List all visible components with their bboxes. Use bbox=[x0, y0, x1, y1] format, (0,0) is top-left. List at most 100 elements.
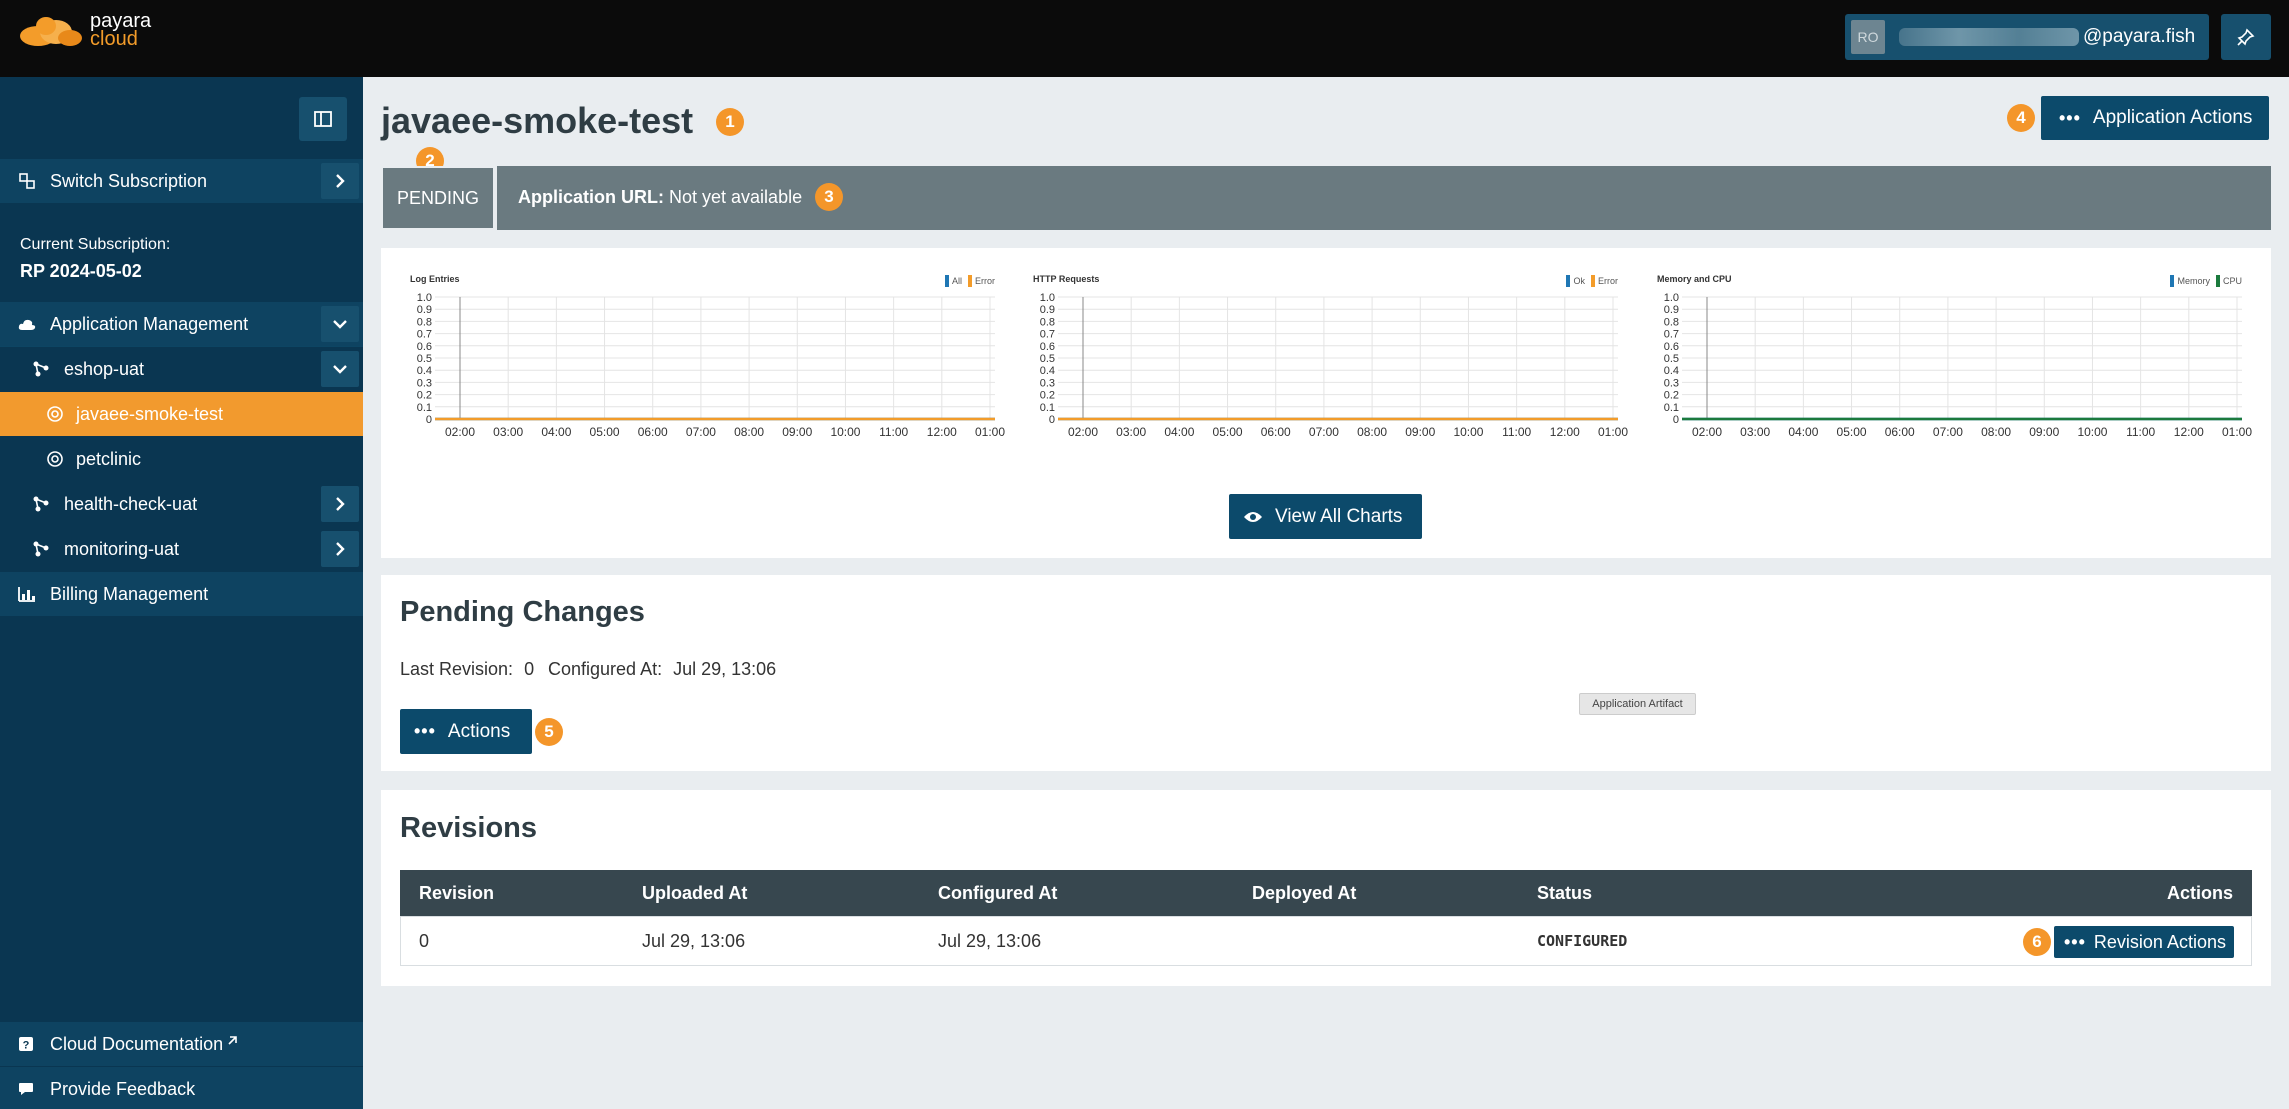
y-tick-label: 0.1 bbox=[1664, 402, 1679, 414]
y-tick-label: 1.0 bbox=[1664, 292, 1679, 304]
app-icon bbox=[46, 450, 68, 468]
chart-legend: Memory CPU bbox=[2164, 275, 2242, 287]
y-tick-label: 0.9 bbox=[1040, 304, 1055, 316]
sidebar-item-label: health-check-uat bbox=[64, 493, 198, 514]
status-cell: CONFIGURED bbox=[1537, 932, 1628, 950]
x-tick-label: 01:00 bbox=[975, 425, 1005, 439]
actions-button[interactable]: ••• Actions bbox=[400, 709, 532, 754]
sidebar-item-petclinic[interactable]: petclinic bbox=[0, 437, 363, 481]
y-tick-label: 0.8 bbox=[417, 316, 432, 328]
x-tick-label: 03:00 bbox=[1116, 425, 1146, 439]
legend-swatch bbox=[944, 275, 949, 287]
cloud-documentation-label: Cloud Documentation bbox=[50, 1033, 224, 1054]
x-tick-label: 11:00 bbox=[2126, 425, 2155, 439]
x-tick-label: 02:00 bbox=[1692, 425, 1722, 439]
revision-actions-button[interactable]: ••• Revision Actions bbox=[2054, 926, 2234, 958]
revision-cell: 0 bbox=[419, 930, 430, 951]
x-tick-label: 02:00 bbox=[1068, 425, 1098, 439]
application-url-label: Application URL: bbox=[518, 187, 664, 207]
y-tick-label: 0.3 bbox=[1040, 377, 1055, 389]
application-url-value: Not yet available bbox=[669, 187, 803, 207]
x-tick-label: 10:00 bbox=[2077, 425, 2107, 439]
current-subscription-value: RP 2024-05-02 bbox=[20, 261, 142, 281]
legend-label: All bbox=[951, 276, 962, 286]
chevron-right-icon[interactable] bbox=[321, 486, 359, 522]
x-tick-label: 05:00 bbox=[1213, 425, 1243, 439]
y-tick-label: 0.5 bbox=[1664, 353, 1679, 365]
network-icon bbox=[32, 360, 54, 378]
sidebar-collapse-button[interactable] bbox=[299, 97, 347, 141]
chevron-down-icon[interactable] bbox=[321, 351, 359, 387]
status-bar: PENDING Application URL: Not yet availab… bbox=[381, 166, 2271, 230]
column-header-actions: Actions bbox=[2166, 882, 2233, 903]
cloud-documentation-link[interactable]: ? Cloud Documentation bbox=[0, 1022, 363, 1066]
x-tick-label: 07:00 bbox=[1309, 425, 1339, 439]
y-tick-label: 0.1 bbox=[417, 402, 432, 414]
pin-icon bbox=[2237, 28, 2255, 46]
application-actions-label: Application Actions bbox=[2092, 107, 2253, 128]
y-tick-label: 0.7 bbox=[417, 329, 432, 341]
legend-swatch bbox=[1566, 275, 1571, 287]
uploaded-at-cell: Jul 29, 13:06 bbox=[642, 930, 746, 951]
x-tick-label: 06:00 bbox=[1885, 425, 1915, 439]
last-revision-value: 0 bbox=[524, 659, 535, 679]
y-tick-label: 1.0 bbox=[417, 292, 432, 304]
chevron-right-icon[interactable] bbox=[321, 531, 359, 567]
payara-cloud-logo[interactable]: payara cloud bbox=[18, 11, 151, 49]
y-tick-label: 0.2 bbox=[417, 390, 432, 402]
provide-feedback-label: Provide Feedback bbox=[50, 1078, 196, 1099]
y-tick-label: 0.6 bbox=[1664, 341, 1679, 353]
sidebar-item-application-management[interactable]: Application Management bbox=[0, 302, 363, 346]
application-actions-button[interactable]: ••• Application Actions bbox=[2041, 96, 2269, 140]
chevron-down-icon[interactable] bbox=[321, 306, 359, 342]
y-tick-label: 0 bbox=[426, 414, 432, 426]
sidebar-item-label: monitoring-uat bbox=[64, 538, 180, 559]
chart-title: Memory and CPU bbox=[1657, 274, 1732, 284]
x-tick-label: 03:00 bbox=[493, 425, 523, 439]
x-tick-label: 01:00 bbox=[1598, 425, 1628, 439]
legend-label: Memory bbox=[2177, 276, 2210, 286]
chevron-right-icon[interactable] bbox=[321, 163, 359, 199]
chart-plot: 00.10.20.30.40.50.60.70.80.91.0 02:00 03:0… bbox=[417, 292, 1005, 439]
y-tick-label: 0.9 bbox=[1664, 304, 1679, 316]
chart-plot: 00.10.20.30.40.50.60.70.80.91.0 02:00 03:0… bbox=[1664, 292, 2252, 439]
x-tick-label: 08:00 bbox=[734, 425, 764, 439]
switch-subscription-label: Switch Subscription bbox=[50, 170, 208, 191]
y-tick-label: 0.8 bbox=[1664, 316, 1679, 328]
sidebar-item-eshop-uat[interactable]: eshop-uat bbox=[0, 347, 363, 391]
comment-icon bbox=[18, 1082, 40, 1096]
view-all-charts-button[interactable]: View All Charts bbox=[1229, 494, 1422, 539]
x-tick-label: 12:00 bbox=[2174, 425, 2204, 439]
y-tick-label: 0.6 bbox=[417, 341, 432, 353]
provide-feedback-link[interactable]: Provide Feedback bbox=[0, 1067, 363, 1109]
y-tick-label: 0.5 bbox=[1040, 353, 1055, 365]
x-tick-label: 04:00 bbox=[1788, 425, 1818, 439]
chart-legend: Ok Error bbox=[1560, 275, 1618, 287]
y-tick-label: 0.1 bbox=[1040, 402, 1055, 414]
y-tick-label: 0.6 bbox=[1040, 341, 1055, 353]
y-tick-label: 0.3 bbox=[1664, 377, 1679, 389]
sidebar-item-billing-management[interactable]: Billing Management bbox=[0, 572, 363, 616]
last-revision: Last Revision: 0 bbox=[400, 659, 534, 680]
y-tick-label: 0.7 bbox=[1664, 329, 1679, 341]
pin-button[interactable] bbox=[2221, 14, 2271, 60]
sidebar-item-label: eshop-uat bbox=[64, 358, 145, 379]
switch-subscription[interactable]: Switch Subscription bbox=[0, 159, 363, 203]
user-email: @payara.fish bbox=[2083, 26, 2196, 47]
sidebar-item-health-check-uat[interactable]: health-check-uat bbox=[0, 482, 363, 526]
sidebar-item-monitoring-uat[interactable]: monitoring-uat bbox=[0, 527, 363, 571]
redacted-email-prefix bbox=[1899, 28, 2079, 46]
network-icon bbox=[32, 495, 54, 513]
sidebar-item-javaee-smoke-test[interactable]: javaee-smoke-test bbox=[0, 392, 363, 436]
sidebar: Switch Subscription Current Subscription… bbox=[0, 77, 363, 1109]
x-tick-label: 07:00 bbox=[1933, 425, 1963, 439]
x-tick-label: 09:00 bbox=[1405, 425, 1435, 439]
legend-swatch bbox=[2170, 275, 2175, 287]
legend-swatch bbox=[1591, 275, 1595, 287]
user-menu-button[interactable]: RO @payara.fish bbox=[1845, 14, 2209, 60]
column-header-revision: Revision bbox=[419, 882, 495, 903]
top-bar: payara cloud RO @payara.fish bbox=[0, 0, 2289, 77]
legend-label: CPU bbox=[2222, 276, 2242, 286]
chart-0: 0 0.1 0.2 0.3 0.4 0.5 0.6 0.7 0.8 0.9 1.0 02:00 03:0… bbox=[405, 270, 1005, 450]
legend-label: Error bbox=[1598, 276, 1618, 286]
